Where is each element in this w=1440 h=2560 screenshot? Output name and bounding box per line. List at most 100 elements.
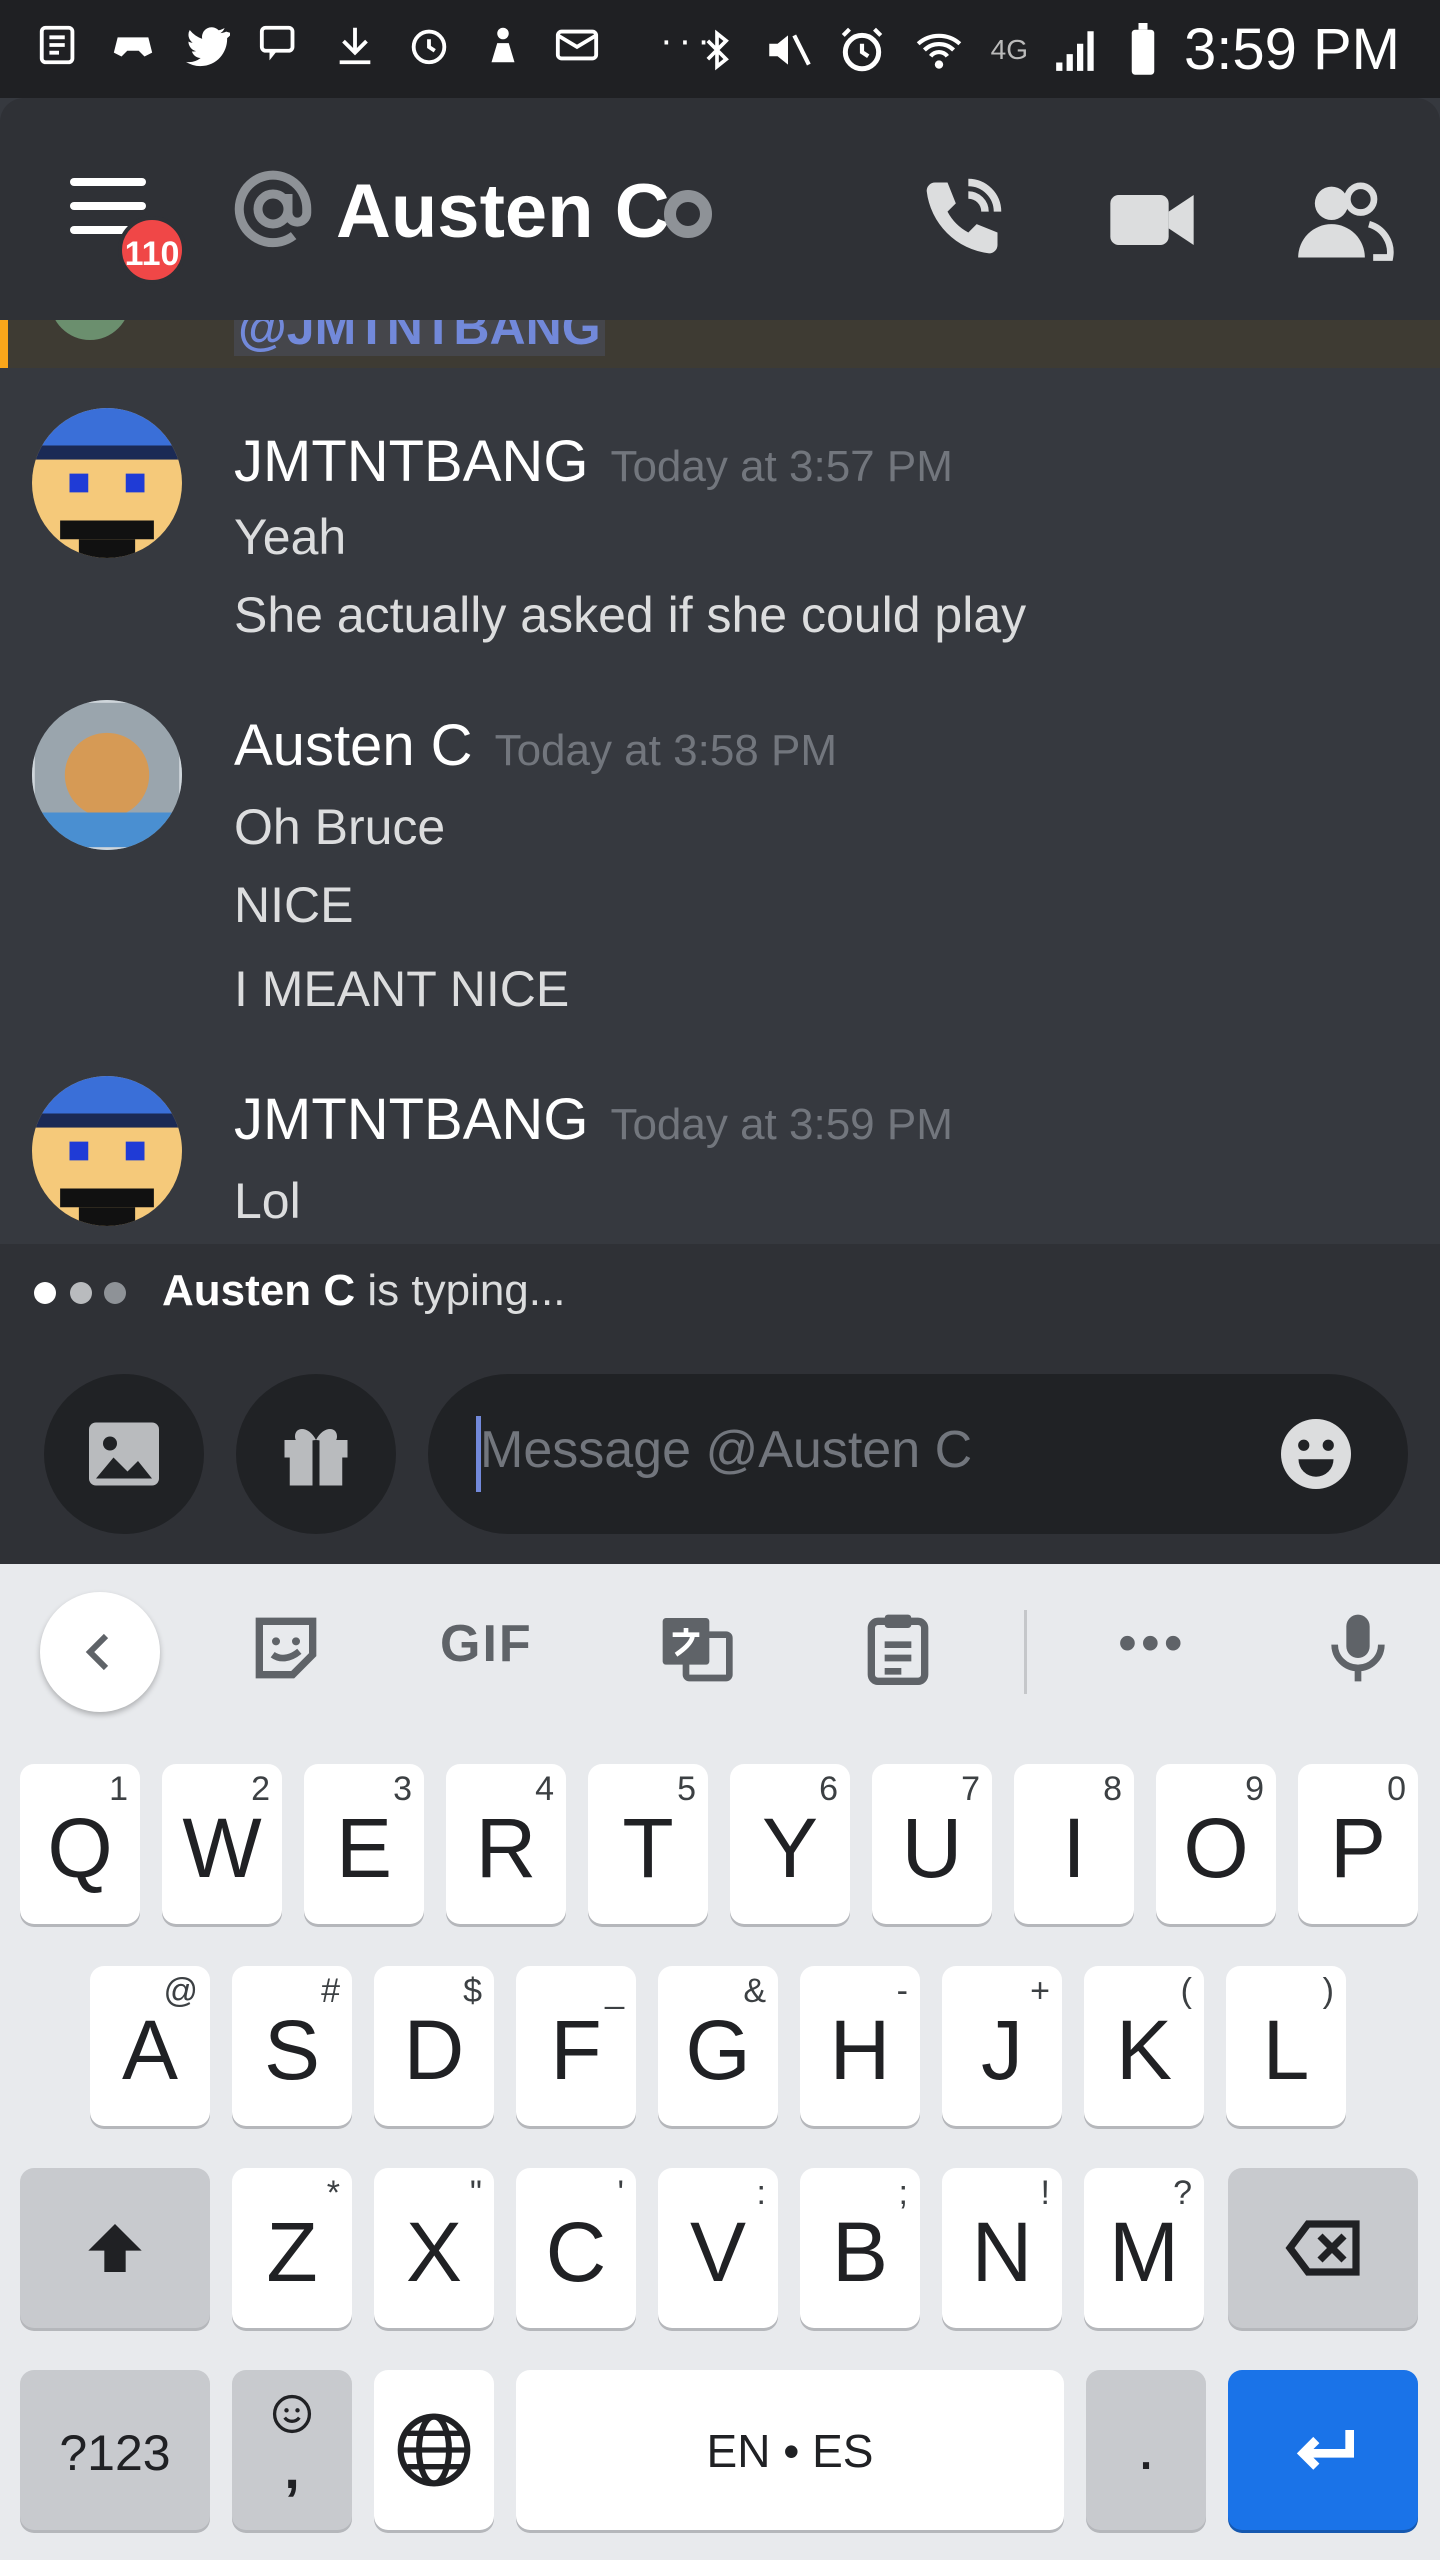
enter-key[interactable] bbox=[1228, 2370, 1418, 2530]
key-n[interactable]: ! N bbox=[942, 2168, 1062, 2328]
key-label: J bbox=[981, 2003, 1023, 2097]
video-icon[interactable] bbox=[1102, 170, 1202, 270]
key-label: N bbox=[971, 2205, 1033, 2299]
emoji-icon[interactable] bbox=[1274, 1412, 1358, 1496]
key-label: X bbox=[405, 2205, 463, 2299]
status-indicator bbox=[664, 190, 712, 238]
message-author[interactable]: JMTNTBANG Today at 3:59 PM bbox=[234, 1086, 953, 1153]
key-i[interactable]: 8I bbox=[1014, 1764, 1134, 1924]
key-c[interactable]: ' C bbox=[516, 2168, 636, 2328]
gift-button[interactable] bbox=[236, 1374, 396, 1534]
gif-button[interactable]: GIF bbox=[440, 1614, 533, 1674]
period-key[interactable]: . bbox=[1086, 2370, 1206, 2530]
network-type: 4G bbox=[990, 33, 1028, 65]
image-icon bbox=[89, 1422, 159, 1486]
key-t[interactable]: 5T bbox=[588, 1764, 708, 1924]
key-label: D bbox=[403, 2003, 465, 2097]
avatar[interactable] bbox=[32, 1076, 182, 1226]
menu-icon bbox=[70, 178, 146, 186]
key-z[interactable]: * Z bbox=[232, 2168, 352, 2328]
key-b[interactable]: ; B bbox=[800, 2168, 920, 2328]
message-timestamp: Today at 3:57 PM bbox=[610, 442, 953, 491]
key-p[interactable]: 0P bbox=[1298, 1764, 1418, 1924]
language-key[interactable] bbox=[374, 2370, 494, 2530]
key-f[interactable]: _ F bbox=[516, 1966, 636, 2126]
key-label: W bbox=[182, 1801, 262, 1895]
backspace-icon bbox=[1285, 2220, 1360, 2276]
message-input[interactable]: Message @Austen C bbox=[428, 1374, 1408, 1534]
attach-image-button[interactable] bbox=[44, 1374, 204, 1534]
key-label: I bbox=[1062, 1801, 1086, 1895]
key-l[interactable]: ) L bbox=[1226, 1966, 1346, 2126]
key-o[interactable]: 9O bbox=[1156, 1764, 1276, 1924]
clipboard-icon[interactable] bbox=[858, 1608, 938, 1688]
key-label: E bbox=[335, 1801, 393, 1895]
key-y[interactable]: 6Y bbox=[730, 1764, 850, 1924]
typing-dot bbox=[70, 1282, 92, 1304]
translate-icon[interactable] bbox=[656, 1608, 736, 1688]
unread-badge: 110 bbox=[118, 216, 186, 284]
key-s[interactable]: # S bbox=[232, 1966, 352, 2126]
key-label: L bbox=[1262, 2003, 1310, 2097]
key-m[interactable]: ? M bbox=[1084, 2168, 1204, 2328]
person-icon bbox=[491, 27, 515, 63]
key-w[interactable]: 2W bbox=[162, 1764, 282, 1924]
phone-icon[interactable] bbox=[910, 170, 1010, 270]
message-text: Lol bbox=[234, 1173, 301, 1229]
key-x[interactable]: " X bbox=[374, 2168, 494, 2328]
key-label: U bbox=[901, 1801, 963, 1895]
comma-key[interactable]: , bbox=[232, 2370, 352, 2530]
message-list[interactable]: @JMTNTBANG JMTNTBANG Today at 3:57 PM Yea… bbox=[0, 320, 1440, 1244]
bluetooth-icon bbox=[706, 29, 729, 70]
symbols-key[interactable]: ?123 bbox=[20, 2370, 210, 2530]
gift-icon bbox=[284, 1429, 348, 1486]
chevron-left-icon bbox=[85, 1633, 109, 1671]
avatar[interactable] bbox=[32, 408, 182, 558]
message-author[interactable]: JMTNTBANG Today at 3:57 PM bbox=[234, 428, 953, 495]
message-text: She actually asked if she could play bbox=[234, 587, 1027, 643]
shift-key[interactable] bbox=[20, 2168, 210, 2328]
key-label: C bbox=[545, 2205, 607, 2299]
backspace-key[interactable] bbox=[1228, 2168, 1418, 2328]
more-options-button[interactable]: ••• bbox=[1118, 1612, 1187, 1674]
key-a[interactable]: @ A bbox=[90, 1966, 210, 2126]
key-label: B bbox=[831, 2205, 889, 2299]
key-k[interactable]: (K bbox=[1084, 1966, 1204, 2126]
key-g[interactable]: & G bbox=[658, 1966, 778, 2126]
space-key[interactable]: EN • ES bbox=[516, 2370, 1064, 2530]
key-label: F bbox=[550, 2003, 602, 2097]
system-status: 4G 3:59 PM bbox=[695, 16, 1400, 83]
message-input-placeholder: Message @Austen C bbox=[480, 1421, 973, 1479]
key-e[interactable]: 3E bbox=[304, 1764, 424, 1924]
key-j[interactable]: + J bbox=[942, 1966, 1062, 2126]
toolbar-collapse-button[interactable] bbox=[40, 1592, 160, 1712]
timer-icon bbox=[411, 29, 447, 65]
microphone-icon[interactable] bbox=[1318, 1608, 1398, 1688]
key-h[interactable]: -H bbox=[800, 1966, 920, 2126]
key-u[interactable]: 7U bbox=[872, 1764, 992, 1924]
twitter-icon bbox=[185, 27, 230, 67]
key-d[interactable]: $ D bbox=[374, 1966, 494, 2126]
sticker-icon[interactable] bbox=[246, 1608, 326, 1688]
key-label: Z bbox=[266, 2205, 318, 2299]
emoji-shortcut-icon bbox=[272, 2394, 312, 2434]
typing-dot bbox=[34, 1282, 56, 1304]
members-icon[interactable] bbox=[1294, 170, 1394, 270]
message-timestamp: Today at 3:59 PM bbox=[610, 1100, 953, 1149]
mail-icon bbox=[555, 29, 599, 61]
status-bar: ··· 4G 3:59 PM bbox=[0, 0, 1440, 98]
message-author[interactable]: Austen C Today at 3:58 PM bbox=[234, 712, 837, 779]
key-v[interactable]: :V bbox=[658, 2168, 778, 2328]
mention-text[interactable]: @JMTNTBANG bbox=[234, 320, 605, 356]
key-r[interactable]: 4R bbox=[446, 1764, 566, 1924]
game-controller-icon bbox=[113, 37, 153, 57]
key-q[interactable]: 1Q bbox=[20, 1764, 140, 1924]
message-timestamp: Today at 3:58 PM bbox=[494, 726, 837, 775]
download-icon bbox=[339, 27, 371, 65]
globe-icon bbox=[397, 2413, 471, 2487]
avatar[interactable] bbox=[32, 700, 182, 850]
key-label: G bbox=[685, 2003, 751, 2097]
battery-icon bbox=[1131, 22, 1155, 75]
key-label: Y bbox=[761, 1801, 819, 1895]
dm-header: 110 Austen C bbox=[0, 98, 1440, 320]
